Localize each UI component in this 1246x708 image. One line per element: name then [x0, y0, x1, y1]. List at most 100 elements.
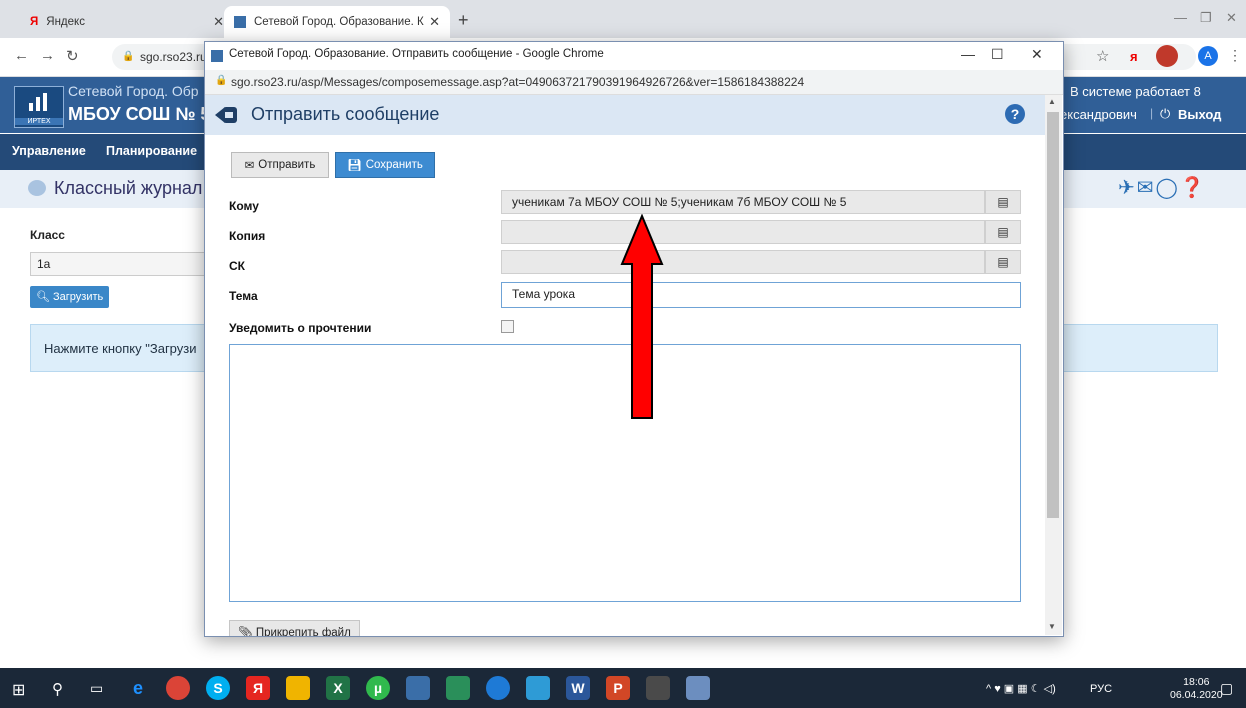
announce-icon[interactable]: ✈ [1118, 177, 1137, 199]
excel-icon[interactable]: X [326, 676, 350, 700]
save-label: Сохранить [365, 159, 423, 171]
windows-start-icon[interactable]: ⊞ [12, 680, 25, 700]
popup-minimize-icon[interactable]: — [961, 46, 975, 62]
utorrent-icon[interactable]: µ [366, 676, 390, 700]
yandex-browser-icon[interactable]: Я [246, 676, 270, 700]
minimize-icon[interactable]: — [1174, 10, 1187, 25]
class-label: Класс [30, 228, 65, 242]
sgo-favicon-icon [234, 16, 246, 28]
app-icon[interactable] [526, 676, 550, 700]
tab-sgo[interactable]: Сетевой Город. Образование. К ✕ [224, 6, 450, 38]
attach-file-button[interactable]: 📎︎ Прикрепить файл [229, 620, 360, 637]
menu-item-management[interactable]: Управление [12, 144, 86, 158]
close-window-icon[interactable]: ✕ [1226, 10, 1237, 26]
search-icon[interactable]: ⚲ [52, 680, 63, 698]
popup-url: sgo.rso23.ru/asp/Messages/composemessage… [231, 75, 805, 89]
to-field[interactable]: ученикам 7а МБОУ СОШ № 5;ученикам 7б МБО… [501, 190, 985, 214]
profile-avatar[interactable]: A [1198, 46, 1218, 66]
search-icon: 🔍︎ [36, 291, 54, 303]
app-icon[interactable] [406, 676, 430, 700]
app-icon[interactable] [646, 676, 670, 700]
back-arrow-icon[interactable] [215, 106, 239, 124]
close-tab-icon[interactable]: ✕ [213, 14, 224, 30]
tray-icons[interactable]: ^ ♥ ▣ ▦ ☾ ◁) [986, 682, 1056, 695]
notification-center-icon[interactable]: ▢ [1220, 680, 1233, 697]
file-icon[interactable] [686, 676, 710, 700]
save-button[interactable]: 💾︎ Сохранить [335, 152, 435, 178]
popup-close-icon[interactable]: ✕ [1031, 46, 1043, 63]
load-button[interactable]: 🔍︎ Загрузить [30, 286, 110, 308]
address-book-icon[interactable]: ▤ [985, 220, 1021, 244]
close-tab-icon[interactable]: ✕ [429, 14, 440, 30]
address-book-icon[interactable]: ▤ [985, 190, 1021, 214]
scroll-up-icon[interactable]: ▲ [1048, 97, 1056, 106]
help-icon[interactable]: ❓ [1180, 177, 1207, 199]
user-name[interactable]: ександрович [1060, 107, 1137, 122]
mail-icon[interactable]: ✉ [1137, 177, 1156, 199]
load-label: Загрузить [53, 291, 104, 303]
url-text: sgo.rso23.ru [140, 50, 207, 64]
exit-link[interactable]: Выход [1178, 107, 1221, 122]
app-icon[interactable] [486, 676, 510, 700]
read-receipt-label: Уведомить о прочтении [229, 321, 372, 335]
help-icon[interactable]: ? [1005, 104, 1025, 124]
popup-window-title: Сетевой Город. Образование. Отправить со… [229, 48, 604, 60]
cc-label: Копия [229, 229, 266, 243]
skype-icon[interactable]: S [206, 676, 230, 700]
to-label: Кому [229, 199, 259, 213]
back-icon[interactable]: ← [14, 47, 29, 64]
bookmark-star-icon[interactable]: ☆ [1096, 47, 1109, 65]
reload-icon[interactable]: ↻ [66, 47, 79, 65]
send-label: Отправить [258, 159, 316, 171]
ie-icon[interactable]: e [126, 676, 150, 700]
cc-field[interactable] [501, 220, 985, 244]
lock-icon: 🔒 [215, 75, 228, 86]
read-receipt-checkbox[interactable] [501, 320, 514, 333]
menu-item-planning[interactable]: Планирование [106, 144, 197, 158]
restore-icon[interactable]: ❐ [1200, 10, 1212, 26]
scroll-thumb[interactable] [1047, 112, 1059, 518]
tab-label: Сетевой Город. Образование. К [254, 16, 424, 28]
menu-dots-icon[interactable]: ⋮ [1228, 47, 1242, 64]
date: 06.04.2020 [1170, 689, 1223, 701]
brand-label: ИРТЕХ [15, 118, 63, 125]
system-info: В системе работает 8 [1070, 84, 1201, 99]
envelope-icon: ✉ [244, 160, 255, 172]
task-view-icon[interactable]: ▭ [90, 680, 103, 697]
school-name: МБОУ СОШ № 5 [68, 104, 211, 124]
red-arrow-annotation [620, 214, 664, 419]
send-button[interactable]: ✉ Отправить [231, 152, 329, 178]
time: 18:06 [1183, 676, 1210, 688]
subject-label: Тема [229, 289, 258, 303]
notice-text: Нажмите кнопку "Загрузи [44, 341, 197, 356]
bcc-label: СК [229, 259, 245, 273]
notification-icons[interactable]: ✈✉◯❓ [1118, 175, 1207, 200]
subject-input[interactable]: Тема урока [501, 282, 1021, 308]
paperclip-icon: 📎︎ [238, 627, 253, 637]
word-icon[interactable]: W [566, 676, 590, 700]
logo: ИРТЕХ [14, 86, 64, 128]
language-indicator[interactable]: РУС [1090, 683, 1112, 695]
address-book-icon[interactable]: ▤ [985, 250, 1021, 274]
adblock-icon[interactable] [1156, 45, 1178, 67]
tab-yandex[interactable]: Я Яндекс ✕ [20, 6, 234, 38]
power-icon: ⏻ [1160, 106, 1171, 121]
powerpoint-icon[interactable]: P [606, 676, 630, 700]
paint-icon[interactable] [446, 676, 470, 700]
bcc-field[interactable] [501, 250, 985, 274]
forward-icon[interactable]: → [40, 47, 55, 64]
compose-title: Отправить сообщение [251, 104, 440, 124]
chrome-icon[interactable] [166, 676, 190, 700]
popup-maximize-icon[interactable]: ☐ [991, 46, 1004, 63]
class-select[interactable]: 1а [30, 252, 208, 276]
new-tab-icon[interactable]: + [458, 10, 469, 31]
sgo-favicon-icon [211, 50, 223, 62]
mail-app-icon[interactable] [286, 676, 310, 700]
chat-icon[interactable]: ◯ [1156, 177, 1180, 199]
back-arrow-icon[interactable] [28, 180, 46, 196]
scroll-down-icon[interactable]: ▼ [1048, 622, 1056, 631]
clock[interactable]: 18:06 06.04.2020 [1170, 676, 1223, 702]
divider: | [1150, 106, 1154, 120]
site-name: Сетевой Город. Обр [68, 83, 199, 99]
yandex-ext-icon[interactable]: я [1130, 49, 1138, 64]
